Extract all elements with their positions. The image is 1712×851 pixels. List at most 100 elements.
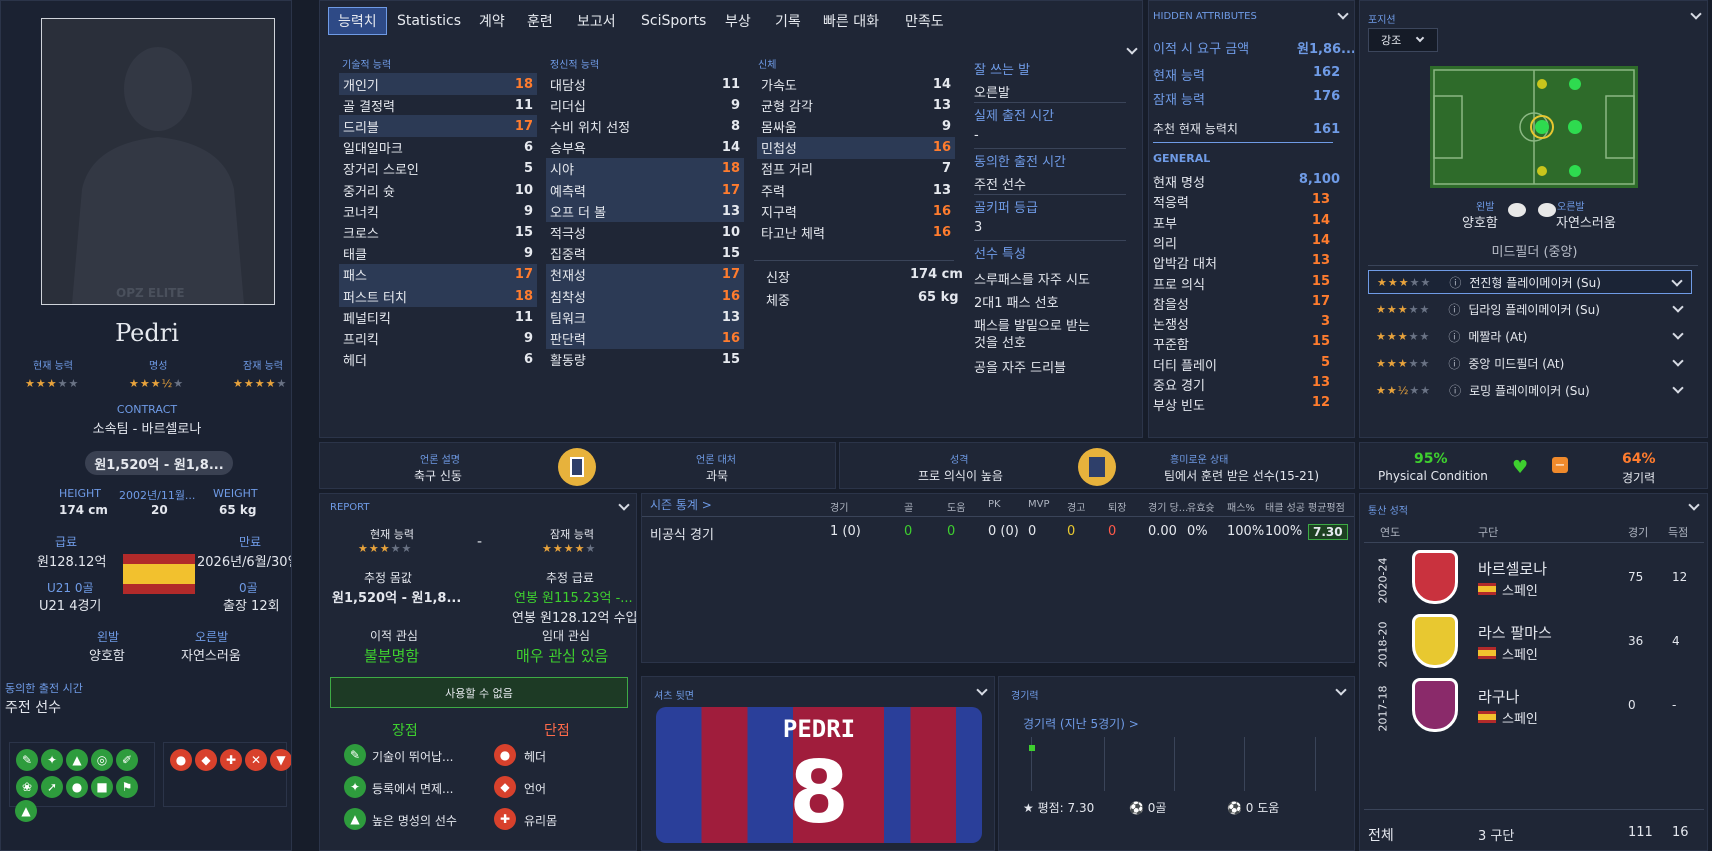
tab-scisports[interactable]: SciSports	[632, 7, 715, 35]
flask-icon[interactable]: ▼	[270, 749, 291, 771]
career-club[interactable]: 라구나	[1478, 686, 1519, 707]
hidden-attr-value: 8,100	[1298, 172, 1340, 187]
boot-icon[interactable]: ✐	[116, 749, 138, 771]
head-icon[interactable]: ●	[66, 776, 88, 798]
career-club[interactable]: 라스 팔마스	[1478, 622, 1552, 643]
attr-row-mental[interactable]: 판단력 16	[546, 327, 744, 350]
wrench-icon[interactable]: ✎	[16, 749, 38, 771]
growth-icon[interactable]: ▲	[15, 800, 37, 822]
chevron-down-icon[interactable]	[1672, 382, 1684, 394]
chevron-down-icon[interactable]	[1672, 301, 1684, 313]
attr-row-technical[interactable]: 중거리 슛 10	[339, 179, 537, 201]
bone-icon[interactable]: ✕	[245, 749, 267, 771]
role-item[interactable]: ★★½★★ ⓘ 로밍 플레이메이커 (Su)	[1368, 378, 1692, 402]
medical-icon[interactable]: ✚	[220, 749, 242, 771]
attr-row-physical[interactable]: 민첩성 16	[757, 136, 955, 159]
briefcase-icon[interactable]: ■	[91, 776, 113, 798]
role-item[interactable]: ★★★★★ ⓘ 메짤라 (At)	[1368, 324, 1692, 348]
attr-name: 코너킥	[343, 205, 379, 221]
attr-row-physical[interactable]: 지구력 16	[757, 200, 955, 222]
career-club[interactable]: 바르셀로나	[1478, 558, 1547, 579]
speech-icon[interactable]: ◆	[195, 749, 217, 771]
attr-row-technical[interactable]: 골 결정력 11	[339, 94, 537, 116]
head-injury-icon[interactable]: ●	[170, 749, 192, 771]
info-icon[interactable]: ⓘ	[1449, 274, 1461, 291]
attr-row-mental[interactable]: 수비 위치 선정 8	[546, 115, 744, 137]
attr-row-technical[interactable]: 헤더 6	[339, 349, 537, 371]
form-link[interactable]: 경기력 (지난 5경기) >	[1023, 715, 1139, 732]
attr-row-mental[interactable]: 리더십 9	[546, 94, 744, 116]
tab-history[interactable]: 기록	[766, 7, 810, 35]
attr-row-physical[interactable]: 균형 감각 13	[757, 94, 955, 116]
attr-row-mental[interactable]: 오프 더 볼 13	[546, 200, 744, 223]
info-icon[interactable]: ⓘ	[1448, 355, 1460, 372]
leaf-icon[interactable]: ❀	[16, 776, 38, 798]
chevron-down-icon[interactable]	[1672, 328, 1684, 340]
season-value: 0	[947, 524, 956, 539]
attr-row-technical[interactable]: 장거리 스로인 5	[339, 158, 537, 180]
mental-title: 정신적 능력	[550, 60, 600, 71]
attr-row-physical[interactable]: 주력 13	[757, 179, 955, 201]
attr-row-physical[interactable]: 점프 거리 7	[757, 158, 955, 180]
season-stats-link[interactable]: 시즌 통계 >	[650, 496, 712, 513]
attr-row-technical[interactable]: 패스 17	[339, 263, 537, 286]
attr-row-technical[interactable]: 프리킥 9	[339, 327, 537, 349]
attr-row-technical[interactable]: 코너킥 9	[339, 200, 537, 222]
attr-row-mental[interactable]: 천재성 17	[546, 263, 744, 286]
tab-quick-chat[interactable]: 빠른 대화	[814, 7, 888, 35]
value-pill[interactable]: 원1,520억 - 원1,8...	[85, 451, 233, 475]
attr-row-technical[interactable]: 태클 9	[339, 243, 537, 265]
attr-row-technical[interactable]: 페널티킥 11	[339, 306, 537, 328]
tab-contract[interactable]: 계약	[470, 7, 514, 35]
attr-row-mental[interactable]: 대담성 11	[546, 73, 744, 95]
attr-row-technical[interactable]: 개인기 18	[339, 73, 537, 95]
attr-value: 14	[721, 140, 740, 156]
career-nation: 스페인	[1502, 584, 1538, 599]
info-icon[interactable]: ⓘ	[1448, 328, 1460, 345]
chevron-down-icon[interactable]	[1672, 355, 1684, 367]
highlight-dropdown[interactable]: 강조	[1368, 28, 1438, 52]
attr-row-technical[interactable]: 드리블 17	[339, 115, 537, 138]
pass-icon[interactable]: ➚	[41, 776, 63, 798]
tab-training[interactable]: 훈련	[518, 7, 562, 35]
info-icon[interactable]: ⓘ	[1449, 382, 1461, 399]
attr-row-technical[interactable]: 일대일마크 6	[339, 137, 537, 159]
attr-row-mental[interactable]: 침착성 16	[546, 285, 744, 307]
attr-row-mental[interactable]: 승부욕 14	[546, 137, 744, 159]
shirt-menu-chevron-icon[interactable]	[976, 684, 988, 696]
career-menu-chevron-icon[interactable]	[1688, 499, 1700, 511]
flag-icon[interactable]: ⚑	[116, 776, 138, 798]
form-menu-chevron-icon[interactable]	[1335, 684, 1347, 696]
attr-row-mental[interactable]: 활동량 15	[546, 349, 744, 371]
role-item[interactable]: ★★★★★ ⓘ 전진형 플레이메이커 (Su)	[1368, 270, 1692, 294]
tool-icon[interactable]: ✦	[41, 749, 63, 771]
report-menu-chevron-icon[interactable]	[618, 499, 630, 511]
info-icon[interactable]: ⓘ	[1448, 301, 1460, 318]
attr-row-mental[interactable]: 집중력 15	[546, 243, 744, 265]
attr-row-technical[interactable]: 크로스 15	[339, 221, 537, 243]
tab-statistics[interactable]: Statistics	[388, 7, 470, 35]
attr-row-physical[interactable]: 몸싸움 9	[757, 115, 955, 137]
attr-row-physical[interactable]: 가속도 14	[757, 73, 955, 95]
position-menu-chevron-icon[interactable]	[1690, 8, 1702, 20]
attr-row-physical[interactable]: 타고난 체력 16	[757, 221, 955, 243]
attr-row-mental[interactable]: 시야 18	[546, 157, 744, 180]
tab-report[interactable]: 보고서	[568, 7, 625, 35]
attr-row-mental[interactable]: 예측력 17	[546, 179, 744, 201]
tab-happiness[interactable]: 만족도	[896, 7, 953, 35]
attr-value: 16	[721, 288, 740, 304]
chart-icon[interactable]: ▲	[66, 749, 88, 771]
role-item[interactable]: ★★★★★ ⓘ 중앙 미드필더 (At)	[1368, 351, 1692, 375]
attr-row-mental[interactable]: 적극성 10	[546, 221, 744, 243]
tab-injury[interactable]: 부상	[716, 7, 760, 35]
chevron-down-icon[interactable]	[1671, 275, 1683, 287]
hidden-menu-chevron-icon[interactable]	[1337, 8, 1349, 20]
attributes-menu-chevron-icon[interactable]	[1126, 43, 1138, 55]
attr-row-mental[interactable]: 팀워크 13	[546, 306, 744, 329]
tab-abilities[interactable]: 능력치	[328, 7, 387, 35]
role-item[interactable]: ★★★★★ ⓘ 딥라잉 플레이메이커 (Su)	[1368, 297, 1692, 321]
apps: 출장 12회	[223, 599, 280, 614]
target-icon[interactable]: ◎	[91, 749, 113, 771]
unavailable-button[interactable]: 사용할 수 없음	[330, 677, 628, 708]
attr-row-technical[interactable]: 퍼스트 터치 18	[339, 285, 537, 307]
